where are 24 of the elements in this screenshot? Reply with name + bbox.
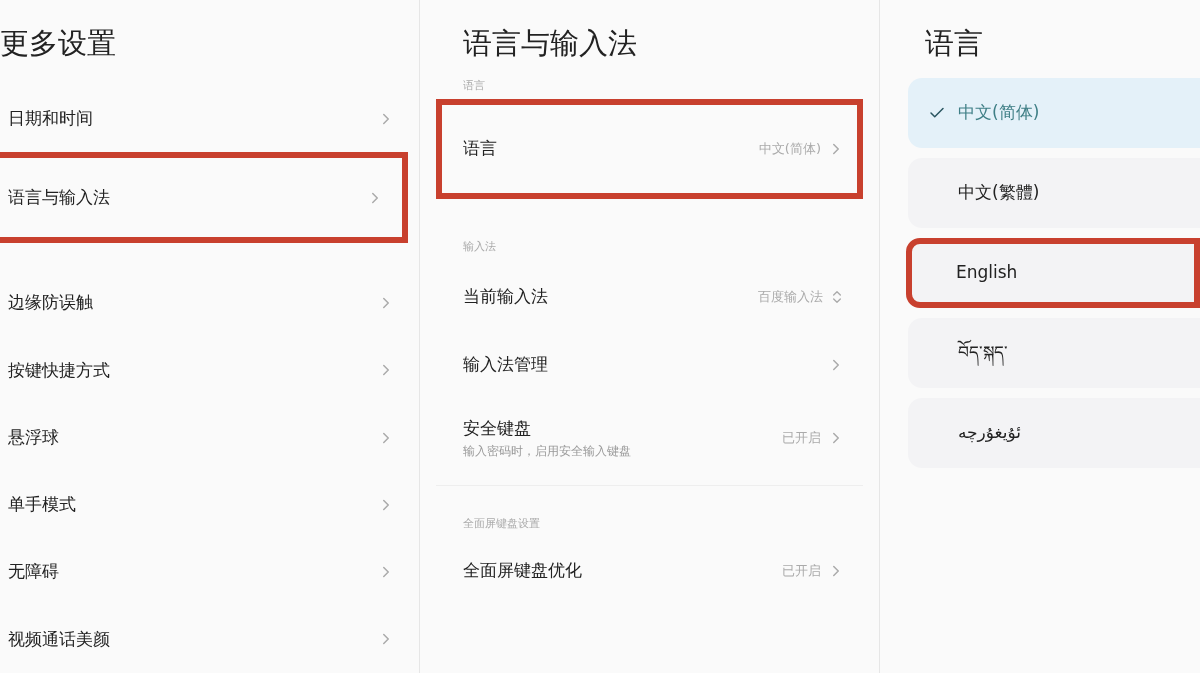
settings-item[interactable]: 无障碍 bbox=[0, 538, 419, 606]
settings-item[interactable]: 输入法管理 bbox=[436, 331, 863, 399]
settings-item[interactable]: 单手模式 bbox=[0, 471, 419, 539]
language-option[interactable]: 中文(繁體) bbox=[908, 158, 1200, 228]
settings-item[interactable]: 日期和时间 bbox=[0, 85, 419, 153]
language-option[interactable]: བོད་སྐད་ bbox=[908, 318, 1200, 388]
language-option[interactable]: English bbox=[906, 238, 1200, 308]
section-header: 输入法 bbox=[462, 238, 497, 255]
section-header: 语言 bbox=[462, 78, 486, 94]
page-title: 更多设置 bbox=[0, 25, 117, 62]
settings-item[interactable]: 当前输入法 百度输入法 bbox=[436, 263, 863, 331]
page-title: 语言与输入法 bbox=[462, 25, 638, 62]
settings-item[interactable]: 语言与输入法 bbox=[0, 152, 408, 244]
settings-item[interactable]: 全面屏键盘优化 已开启 bbox=[436, 536, 863, 605]
language-option[interactable]: 中文(简体) bbox=[908, 78, 1200, 148]
language-option[interactable]: ئۇيغۇرچە bbox=[908, 398, 1200, 468]
section-header: 全面屏键盘设置 bbox=[462, 516, 541, 532]
settings-item[interactable]: 安全键盘 输入密码时，启用安全输入键盘 已开启 bbox=[436, 399, 863, 477]
settings-item[interactable]: 按键快捷方式 bbox=[0, 336, 419, 404]
page-title: 语言 bbox=[924, 25, 984, 62]
settings-item[interactable]: 边缘防误触 bbox=[0, 269, 419, 337]
settings-item[interactable]: 语言 中文(简体) bbox=[436, 98, 863, 199]
settings-item[interactable]: 悬浮球 bbox=[0, 403, 419, 472]
settings-item[interactable]: 视频通话美颜 bbox=[0, 605, 419, 673]
